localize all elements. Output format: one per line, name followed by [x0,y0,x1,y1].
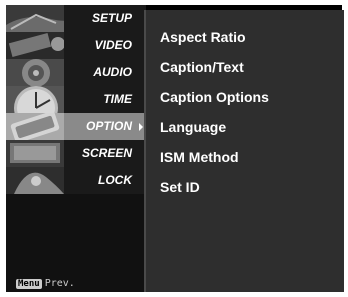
prev-hint[interactable]: Menu Prev. [16,278,75,289]
option-submenu: Aspect Ratio Caption/Text Caption Option… [144,10,344,292]
menu-item-screen[interactable]: SCREEN [6,140,146,167]
option-language[interactable]: Language [160,118,269,148]
menu-item-audio[interactable]: AUDIO [6,59,146,86]
menu-item-label: OPTION [85,119,132,133]
menu-item-label: LOCK [98,173,132,187]
arrow-right-icon [139,123,143,131]
menu-item-time[interactable]: TIME [6,86,146,113]
menu-item-option[interactable]: OPTION [6,113,146,140]
menu-item-video[interactable]: VIDEO [6,32,146,59]
option-aspect-ratio[interactable]: Aspect Ratio [160,28,269,58]
menu-item-setup[interactable]: SETUP [6,5,146,32]
option-list: Aspect Ratio Caption/Text Caption Option… [160,28,269,208]
menu-item-label: TIME [103,92,132,106]
menu-item-label: VIDEO [94,38,132,52]
prev-label: Prev. [44,278,75,289]
option-set-id[interactable]: Set ID [160,178,269,208]
menu-item-label: SETUP [91,11,132,25]
menu-item-lock[interactable]: LOCK [6,167,146,194]
menu-item-label: AUDIO [93,65,132,79]
option-caption-text[interactable]: Caption/Text [160,58,269,88]
main-menu: SETUP VIDEO AUDIO TIME OPTION SCREEN LOC… [6,5,146,292]
menu-item-label: SCREEN [81,146,132,160]
option-caption-options[interactable]: Caption Options [160,88,269,118]
menu-key-icon: Menu [16,279,42,289]
option-ism-method[interactable]: ISM Method [160,148,269,178]
